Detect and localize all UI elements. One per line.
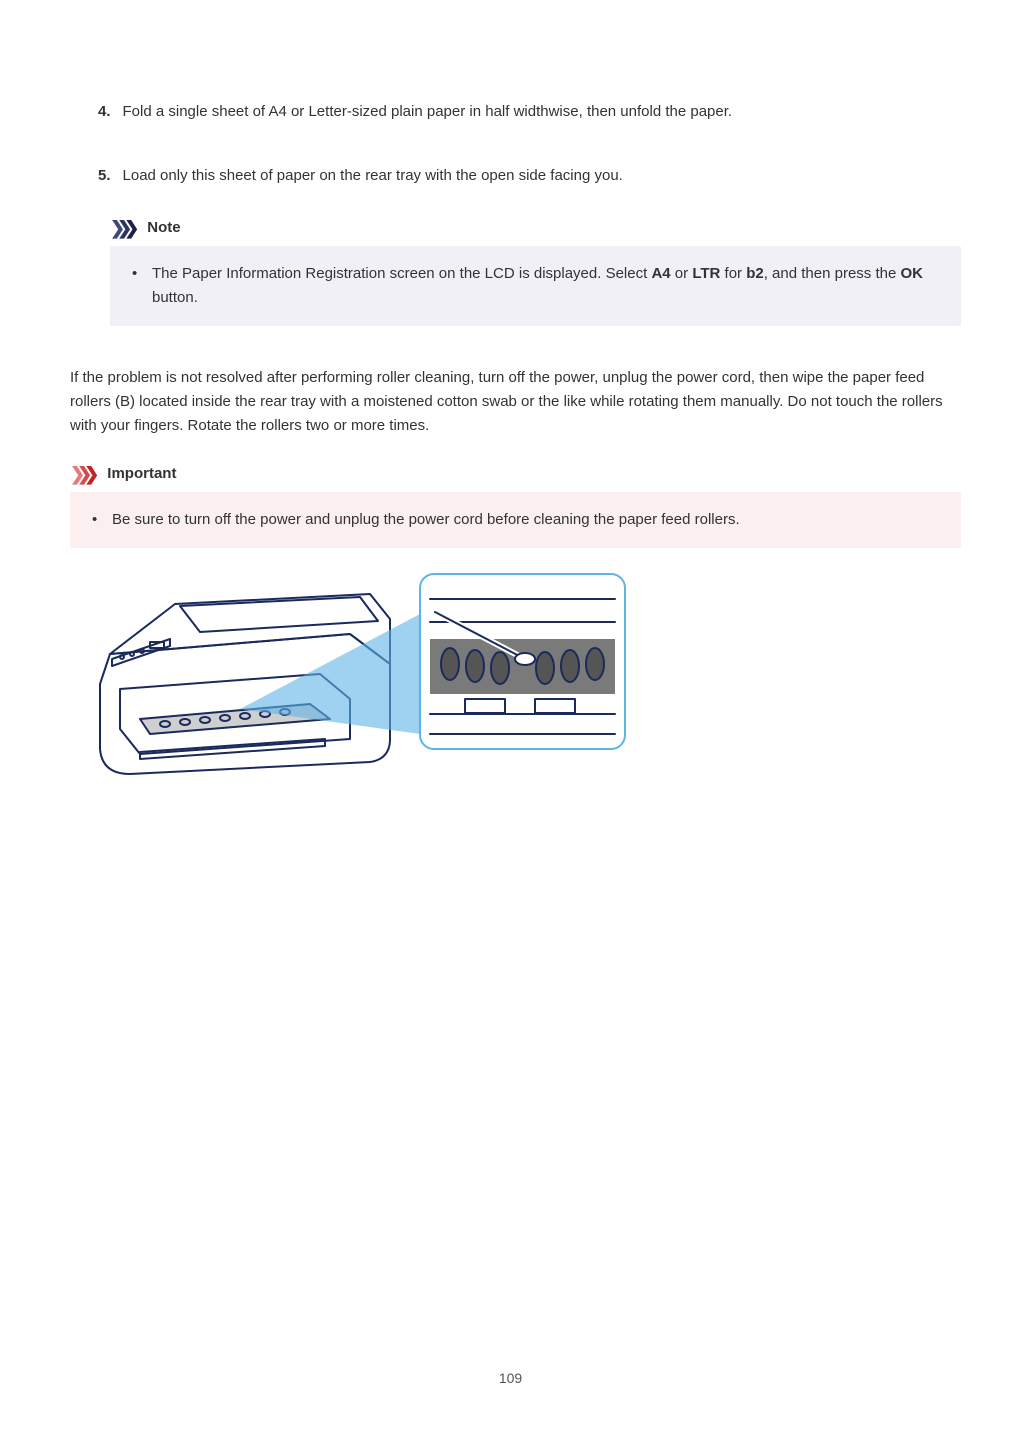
chevrons-icon: ❯❯❯ <box>70 465 97 483</box>
chevrons-icon: ❯❯❯ <box>110 219 137 237</box>
important-box: ❯❯❯ Important • Be sure to turn off the … <box>70 462 961 548</box>
emph-ltr: LTR <box>692 265 720 282</box>
step-text: Fold a single sheet of A4 or Letter-size… <box>123 100 733 124</box>
printer-svg <box>70 564 630 784</box>
step-5: 5. Load only this sheet of paper on the … <box>70 164 961 326</box>
important-item: • Be sure to turn off the power and unpl… <box>92 508 939 532</box>
page-number: 109 <box>0 1367 1021 1389</box>
step-line: 5. Load only this sheet of paper on the … <box>98 164 961 188</box>
important-body: • Be sure to turn off the power and unpl… <box>70 492 961 548</box>
emph-ok: OK <box>900 265 923 282</box>
important-text: Be sure to turn off the power and unplug… <box>112 508 740 532</box>
note-text: The Paper Information Registration scree… <box>152 262 939 310</box>
important-label: Important <box>107 462 176 486</box>
note-box: ❯❯❯ Note • The Paper Information Registr… <box>110 216 961 326</box>
note-label: Note <box>147 216 180 240</box>
bullet: • <box>92 508 102 532</box>
bullet: • <box>132 262 142 310</box>
instruction-block: If the problem is not resolved after per… <box>70 366 961 784</box>
step-text: Load only this sheet of paper on the rea… <box>123 164 623 188</box>
instruction-main: If the problem is not resolved after per… <box>70 366 961 438</box>
emph-b2: b2 <box>746 265 764 282</box>
emph-a4: A4 <box>651 265 670 282</box>
step-number: 5. <box>98 164 111 188</box>
step-number: 4. <box>98 100 111 124</box>
step-line: 4. Fold a single sheet of A4 or Letter-s… <box>98 100 961 124</box>
note-header: ❯❯❯ Note <box>110 216 961 240</box>
steps-container: 4. Fold a single sheet of A4 or Letter-s… <box>60 100 961 326</box>
step-4: 4. Fold a single sheet of A4 or Letter-s… <box>70 100 961 124</box>
important-header: ❯❯❯ Important <box>70 462 961 486</box>
printer-illustration <box>70 564 630 784</box>
note-body: • The Paper Information Registration scr… <box>110 246 961 326</box>
note-item: • The Paper Information Registration scr… <box>132 262 939 310</box>
